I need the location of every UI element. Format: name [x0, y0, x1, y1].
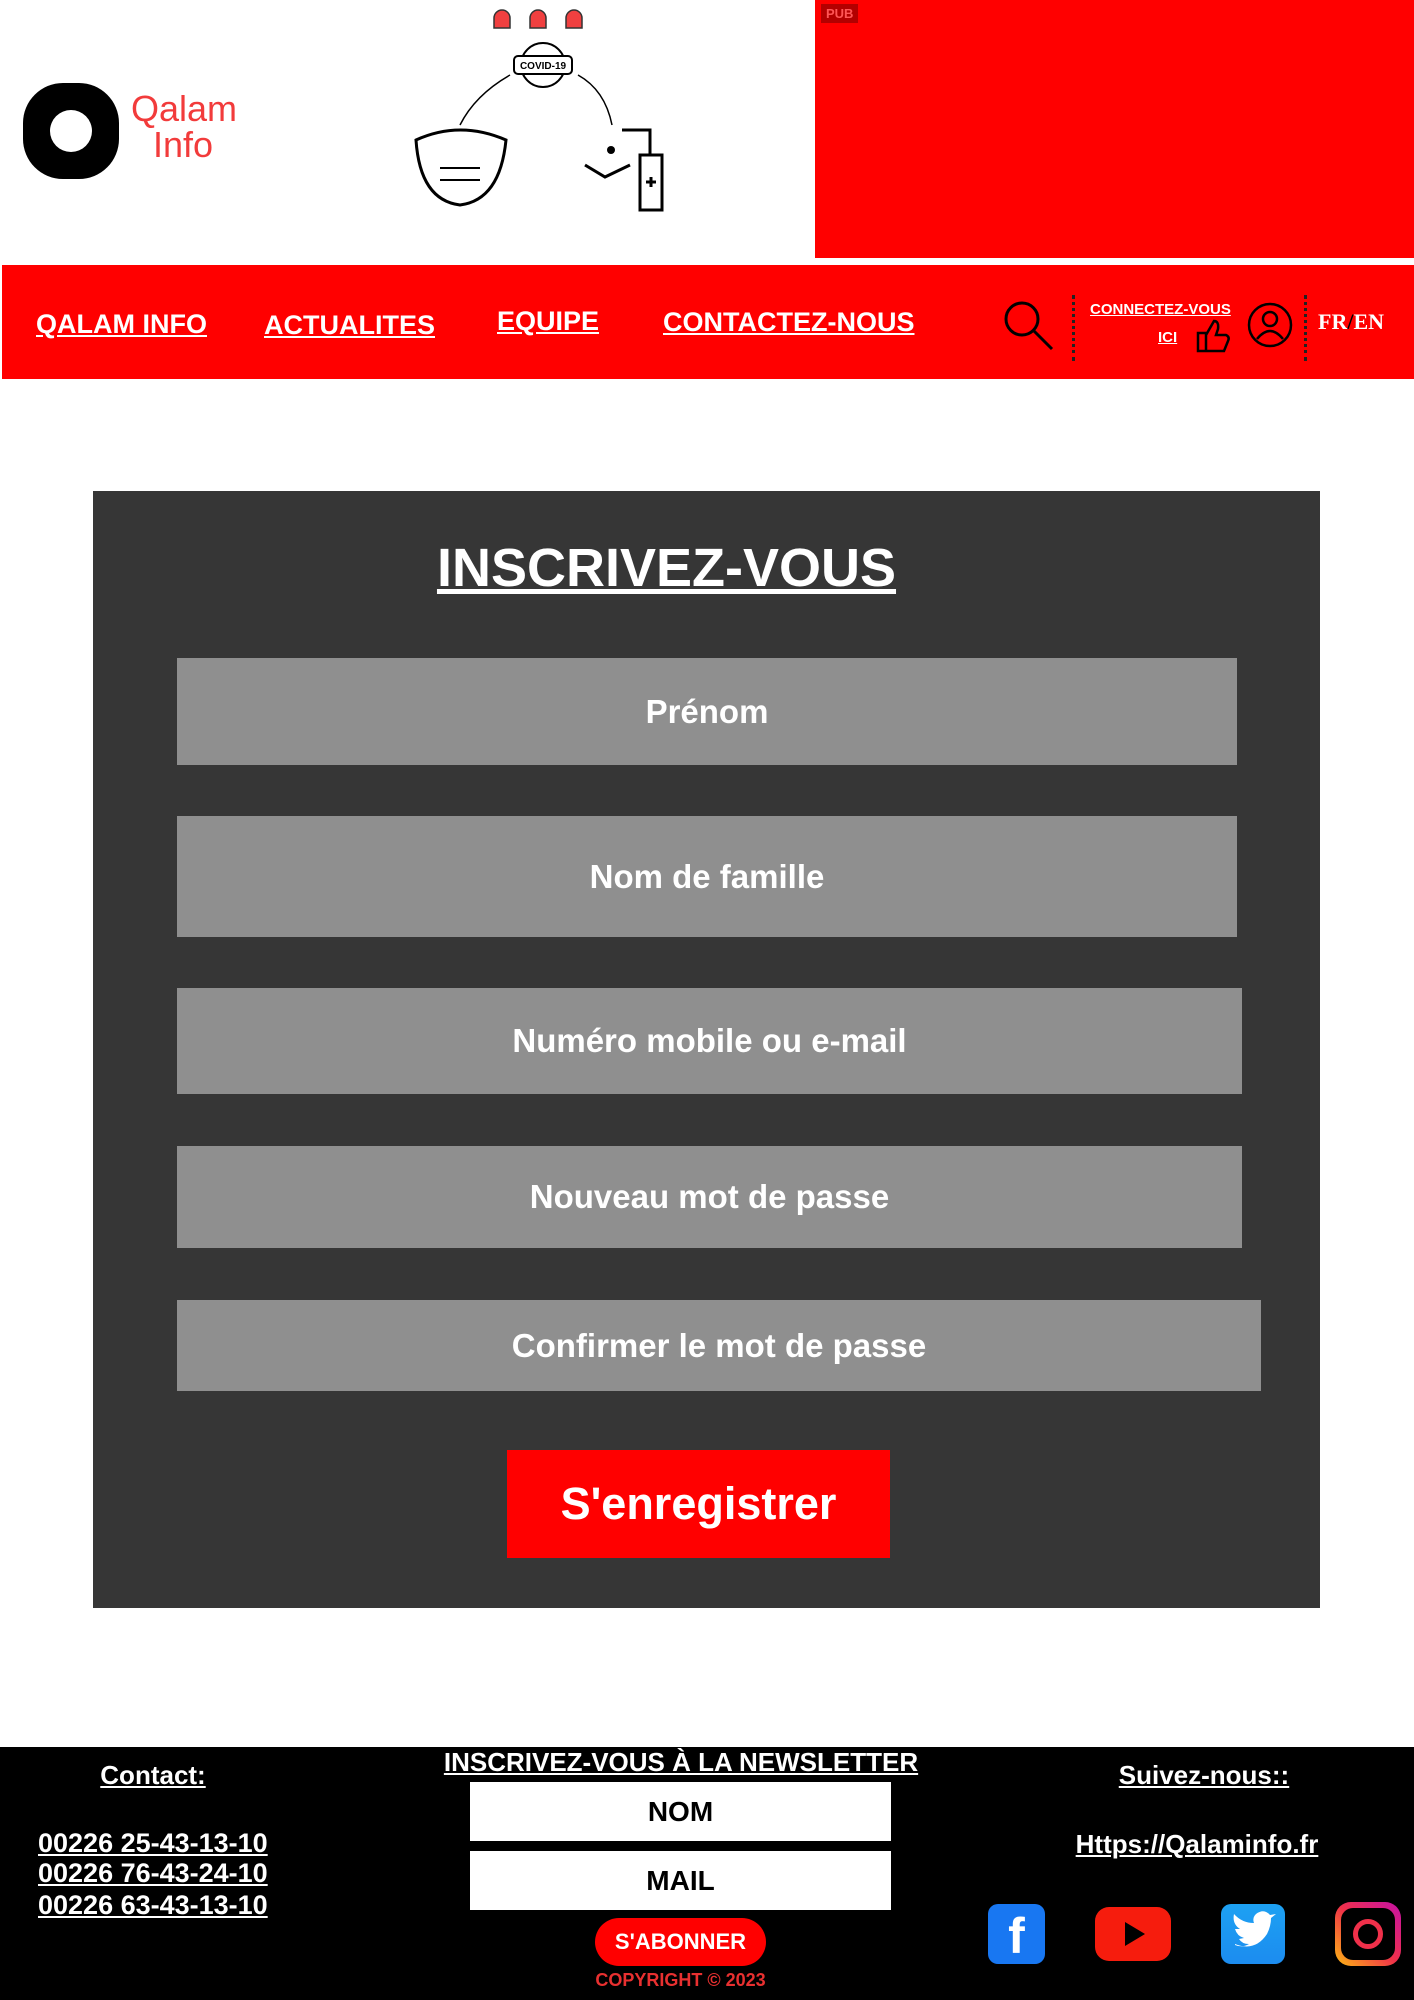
nav-item-contactez-nous[interactable]: CONTACTEZ-NOUS [663, 307, 914, 338]
youtube-icon[interactable] [1095, 1907, 1171, 1961]
follow-heading: Suivez-nous:: [1118, 1760, 1290, 1790]
confirm-password-input[interactable]: Confirmer le mot de passe [177, 1300, 1261, 1391]
logo[interactable]: Qalam Info [23, 83, 253, 179]
copyright: COPYRIGHT © 2023 [595, 1970, 766, 1990]
connect-here-link[interactable]: ICI [1158, 329, 1177, 346]
divider [1304, 295, 1307, 361]
last-name-input[interactable]: Nom de famille [177, 816, 1237, 937]
divider [1072, 295, 1075, 361]
footer: Contact: 00226 25-43-13-10 00226 76-43-2… [0, 1747, 1414, 2000]
logo-line1: Qalam [131, 88, 238, 129]
phone-link[interactable]: 00226 25-43-13-10 [38, 1828, 268, 1859]
newsletter-name-input[interactable]: NOM [470, 1782, 891, 1841]
ad-banner[interactable]: PUB [815, 0, 1414, 258]
twitter-icon[interactable] [1221, 1904, 1285, 1964]
new-password-input[interactable]: Nouveau mot de passe [177, 1146, 1242, 1248]
covid-illustration: COVID-19 [400, 0, 672, 212]
phone-link[interactable]: 00226 76-43-24-10 [38, 1858, 268, 1889]
covid-prevention-icon: COVID-19 [414, 9, 664, 212]
subscribe-button[interactable]: S'ABONNER [595, 1918, 766, 1966]
logo-mark-icon [23, 83, 119, 179]
first-name-input[interactable]: Prénom [177, 658, 1237, 765]
page-title: INSCRIVEZ-VOUS [436, 538, 897, 598]
signup-panel: INSCRIVEZ-VOUS Prénom Nom de famille Num… [93, 491, 1320, 1608]
instagram-icon[interactable] [1335, 1902, 1401, 1966]
logo-text: Qalam Info [131, 91, 237, 163]
lang-en[interactable]: EN [1353, 309, 1384, 334]
nav-item-equipe[interactable]: EQUIPE [497, 306, 599, 337]
nav-item-qalam-info[interactable]: QALAM INFO [36, 309, 207, 340]
logo-line2: Info [153, 124, 214, 165]
register-button[interactable]: S'enregistrer [507, 1450, 890, 1558]
lang-fr[interactable]: FR [1318, 309, 1347, 334]
phone-link[interactable]: 00226 63-43-13-10 [38, 1890, 268, 1921]
newsletter-mail-input[interactable]: MAIL [470, 1851, 891, 1910]
covid-label: COVID-19 [520, 61, 567, 72]
thumbs-up-icon [1196, 319, 1230, 353]
facebook-icon[interactable]: f [988, 1904, 1045, 1964]
main-nav: QALAM INFO ACTUALITES EQUIPE CONTACTEZ-N… [2, 265, 1414, 379]
newsletter-heading: INSCRIVEZ-VOUS À LA NEWSLETTER [443, 1747, 919, 1777]
pub-tag: PUB [821, 4, 859, 23]
search-icon[interactable] [1002, 299, 1054, 351]
connect-link[interactable]: CONNECTEZ-VOUS [1090, 301, 1231, 318]
contact-heading: Contact: [100, 1760, 206, 1790]
nav-item-actualites[interactable]: ACTUALITES [264, 310, 435, 341]
phone-or-email-input[interactable]: Numéro mobile ou e-mail [177, 988, 1242, 1094]
website-link[interactable]: Https://Qalaminfo.fr [1017, 1829, 1377, 1860]
user-icon[interactable] [1246, 301, 1294, 349]
